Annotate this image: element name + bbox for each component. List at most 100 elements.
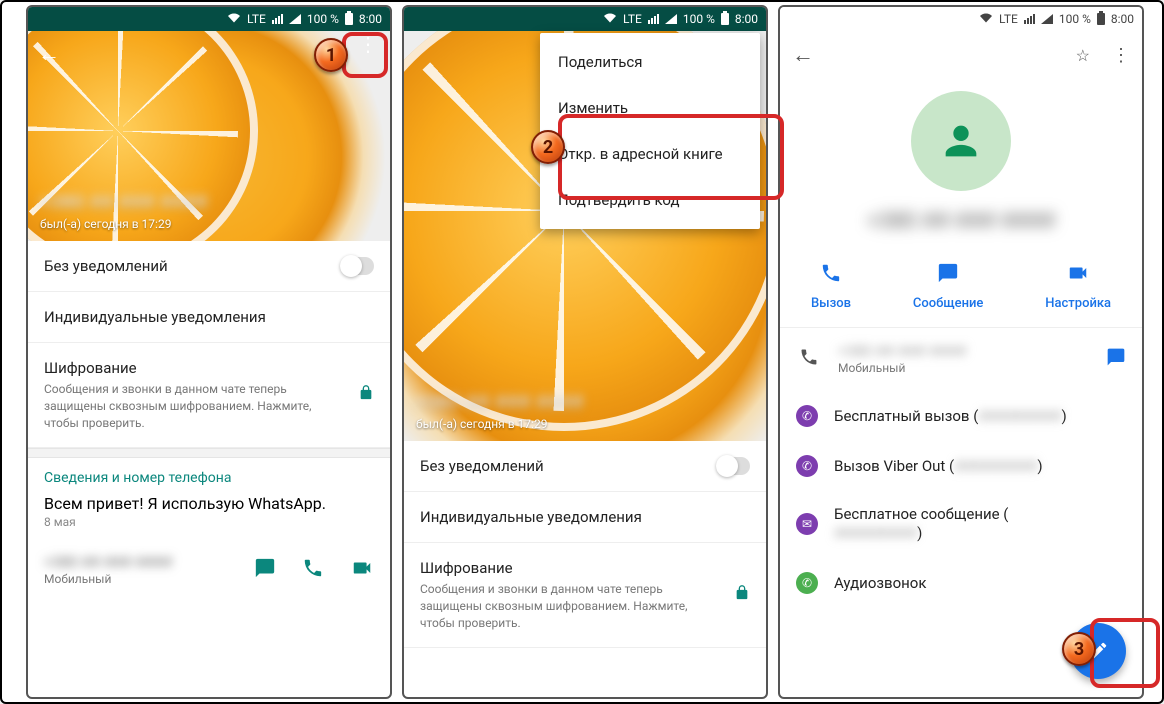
phone-screen-3: LTE 100 % 8:00 ← ☆ ⋮ +380 ## ### #### Вы… <box>778 5 1144 699</box>
call-icon <box>820 262 842 290</box>
mobile-label: Мобильный <box>838 360 966 377</box>
mute-toggle-row[interactable]: Без уведомлений <box>28 241 390 292</box>
last-seen-label: был(-а) сегодня в 17:29 <box>40 217 208 231</box>
action-message-label: Сообщение <box>913 296 984 311</box>
battery-icon <box>1097 13 1105 25</box>
video-icon[interactable] <box>350 557 374 584</box>
menu-edit[interactable]: Изменить <box>540 85 760 131</box>
custom-notifications-label: Индивидуальные уведомления <box>44 308 266 326</box>
wifi-icon <box>979 12 993 27</box>
more-options-button[interactable]: ⋮ <box>358 41 378 47</box>
favorite-star-icon[interactable]: ☆ <box>1076 46 1090 65</box>
phone-number-row[interactable]: +380 ## ### #### Мобильный <box>28 543 390 598</box>
encryption-row[interactable]: Шифрование Сообщения и звонки в данном ч… <box>404 543 766 648</box>
about-text: Всем привет! Я использую WhatsApp. <box>28 486 390 515</box>
paren-close: ) <box>1061 407 1066 425</box>
cell-icon <box>289 14 301 24</box>
message-icon[interactable] <box>1106 347 1126 372</box>
phone-screen-2: LTE 100 % 8:00 +380 ## ### #### был(-а) … <box>402 5 768 699</box>
message-icon[interactable] <box>254 557 276 584</box>
contact-toolbar: ← ☆ ⋮ <box>780 31 1142 79</box>
more-options-button[interactable]: ⋮ <box>1112 45 1130 66</box>
wifi-icon <box>603 12 617 27</box>
about-date: 8 мая <box>28 515 390 543</box>
mute-toggle[interactable] <box>716 457 750 475</box>
clock: 8:00 <box>1111 12 1134 26</box>
back-button[interactable]: ← <box>38 41 60 67</box>
cell-icon <box>665 14 677 24</box>
encryption-desc: Сообщения и звонки в данном чате теперь … <box>44 381 346 431</box>
network-type: LTE <box>247 12 266 26</box>
last-seen-label: был(-а) сегодня в 17:29 <box>416 417 584 431</box>
mute-toggle-row[interactable]: Без уведомлений <box>404 441 766 492</box>
contact-name-blurred: +380 ## ### #### <box>780 209 1142 234</box>
contact-avatar[interactable] <box>911 91 1011 191</box>
phone-number-blurred: +380 ## ### #### <box>838 342 966 360</box>
signal-icon <box>648 14 659 24</box>
battery-pct: 100 % <box>307 12 339 26</box>
viber-free-message-label: Бесплатное сообщение ( <box>834 505 1008 523</box>
mute-label: Без уведомлений <box>44 257 168 275</box>
cell-icon <box>1041 14 1053 24</box>
viber-icon: ✆ <box>796 405 818 427</box>
action-call[interactable]: Вызов <box>811 262 851 311</box>
call-icon <box>796 347 822 372</box>
menu-share[interactable]: Поделиться <box>540 39 760 85</box>
encryption-title: Шифрование <box>44 359 137 377</box>
phone-number-blurred: +380 ## ### #### <box>44 553 172 571</box>
battery-icon <box>345 13 353 25</box>
menu-verify-code[interactable]: Подтвердить код <box>540 177 760 223</box>
mute-label: Без уведомлений <box>420 457 544 475</box>
tutorial-frame: LTE 100 % 8:00 ← ⋮ +380 ## ### #### был(… <box>0 0 1164 704</box>
step-badge-1: 1 <box>314 38 348 72</box>
viber-free-message-row[interactable]: ✉ Бесплатное сообщение (#########) <box>780 491 1142 558</box>
encryption-row[interactable]: Шифрование Сообщения и звонки в данном ч… <box>28 343 390 448</box>
call-icon[interactable] <box>302 557 324 584</box>
viber-icon: ✉ <box>796 513 818 535</box>
mobile-number-row[interactable]: +380 ## ### #### Мобильный <box>780 328 1142 391</box>
options-dropdown: Поделиться Изменить Откр. в адресной кни… <box>540 33 760 229</box>
step-badge-3: 3 <box>1062 632 1096 666</box>
audio-call-row[interactable]: ✆ Аудиозвонок <box>780 558 1142 594</box>
action-video-label: Настройка <box>1045 296 1111 311</box>
contact-name-blurred: +380 ## ### #### <box>416 392 584 413</box>
message-icon <box>937 262 959 290</box>
custom-notifications-label: Индивидуальные уведомления <box>420 508 642 526</box>
video-icon <box>1066 262 1090 290</box>
status-bar: LTE 100 % 8:00 <box>28 7 390 31</box>
viber-out-row[interactable]: ✆ Вызов Viber Out (#########) <box>780 441 1142 491</box>
info-section-header: Сведения и номер телефона <box>28 458 390 486</box>
back-button[interactable]: ← <box>792 42 814 68</box>
custom-notifications-row[interactable]: Индивидуальные уведомления <box>404 492 766 543</box>
paren-close: ) <box>917 524 922 542</box>
phone-screen-1: LTE 100 % 8:00 ← ⋮ +380 ## ### #### был(… <box>26 5 392 699</box>
whatsapp-icon: ✆ <box>796 572 818 594</box>
status-bar: LTE 100 % 8:00 <box>780 7 1142 31</box>
encryption-desc: Сообщения и звонки в данном чате теперь … <box>420 581 722 631</box>
signal-icon <box>272 14 283 24</box>
clock: 8:00 <box>359 12 382 26</box>
audio-call-label: Аудиозвонок <box>834 574 926 592</box>
wifi-icon <box>227 12 241 27</box>
battery-icon <box>721 13 729 25</box>
number-blurred: ######### <box>954 457 1037 475</box>
viber-free-call-row[interactable]: ✆ Бесплатный вызов (#########) <box>780 391 1142 441</box>
lock-icon <box>734 585 750 606</box>
phone-type-label: Мобильный <box>44 571 172 588</box>
contact-name-blurred: +380 ## ### #### <box>40 192 208 213</box>
section-divider <box>28 448 390 458</box>
mute-toggle[interactable] <box>340 257 374 275</box>
lock-icon <box>358 385 374 406</box>
menu-open-address-book[interactable]: Откр. в адресной книге <box>540 131 760 177</box>
paren-close: ) <box>1037 457 1042 475</box>
step-badge-2: 2 <box>531 130 565 164</box>
custom-notifications-row[interactable]: Индивидуальные уведомления <box>28 292 390 343</box>
contact-actions: Вызов Сообщение Настройка <box>780 252 1142 328</box>
viber-icon: ✆ <box>796 455 818 477</box>
viber-out-label: Вызов Viber Out ( <box>834 457 954 475</box>
network-type: LTE <box>623 12 642 26</box>
action-video[interactable]: Настройка <box>1045 262 1111 311</box>
action-message[interactable]: Сообщение <box>913 262 984 311</box>
encryption-title: Шифрование <box>420 559 513 577</box>
clock: 8:00 <box>735 12 758 26</box>
